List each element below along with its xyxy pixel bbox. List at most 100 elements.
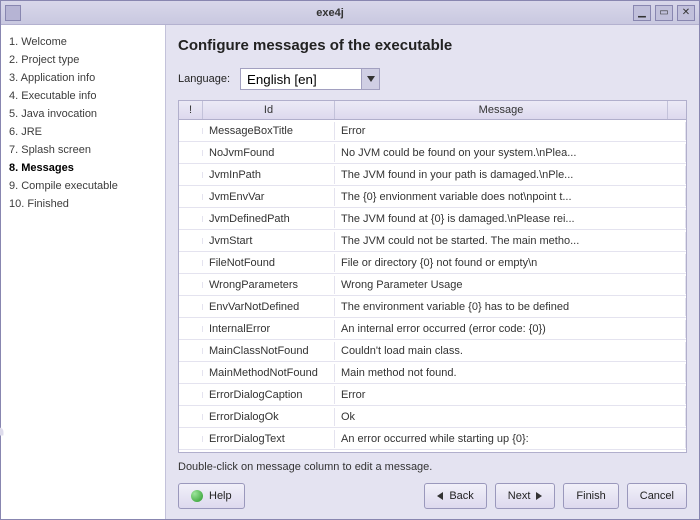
- cell-flag: [179, 194, 203, 200]
- cell-message[interactable]: An internal error occurred (error code: …: [335, 320, 686, 338]
- cell-id: PowerUserRequired: [203, 452, 335, 453]
- cell-flag: [179, 370, 203, 376]
- cell-message[interactable]: The JVM could not be started. The main m…: [335, 232, 686, 250]
- cell-id: JvmStart: [203, 232, 335, 250]
- back-label: Back: [449, 490, 473, 502]
- cell-flag: [179, 414, 203, 420]
- table-row[interactable]: NoJvmFoundNo JVM could be found on your …: [179, 142, 686, 164]
- cell-message[interactable]: Main method not found.: [335, 364, 686, 382]
- hint-text: Double-click on message column to edit a…: [178, 461, 687, 473]
- maximize-button[interactable]: ▭: [655, 5, 673, 21]
- table-row[interactable]: FileNotFoundFile or directory {0} not fo…: [179, 252, 686, 274]
- wizard-step[interactable]: 2. Project type: [9, 51, 157, 69]
- table-row[interactable]: JvmStartThe JVM could not be started. Th…: [179, 230, 686, 252]
- wizard-step[interactable]: 8. Messages: [9, 159, 157, 177]
- page-title: Configure messages of the executable: [178, 37, 687, 54]
- help-button[interactable]: Help: [178, 483, 245, 509]
- app-window: exe4j ▁ ▭ ✕ 1. Welcome2. Project type3. …: [0, 0, 700, 520]
- cell-message[interactable]: The JVM found in your path is damaged.\n…: [335, 166, 686, 184]
- cell-message[interactable]: Wrong Parameter Usage: [335, 276, 686, 294]
- table-row[interactable]: MainClassNotFoundCouldn't load main clas…: [179, 340, 686, 362]
- cell-message[interactable]: Error: [335, 386, 686, 404]
- cell-id: InternalError: [203, 320, 335, 338]
- cell-message[interactable]: You must be at least Poweruser to run th…: [335, 452, 686, 453]
- cell-message[interactable]: No JVM could be found on your system.\nP…: [335, 144, 686, 162]
- language-select[interactable]: [240, 68, 380, 90]
- cell-id: MainMethodNotFound: [203, 364, 335, 382]
- wizard-step[interactable]: 1. Welcome: [9, 33, 157, 51]
- cell-message[interactable]: An error occurred while starting up {0}:: [335, 430, 686, 448]
- wizard-step[interactable]: 7. Splash screen: [9, 141, 157, 159]
- wizard-step[interactable]: 3. Application info: [9, 69, 157, 87]
- table-row[interactable]: ErrorDialogTextAn error occurred while s…: [179, 428, 686, 450]
- cell-id: JvmInPath: [203, 166, 335, 184]
- table-row[interactable]: ErrorDialogOkOk: [179, 406, 686, 428]
- cancel-label: Cancel: [640, 490, 674, 502]
- minimize-button[interactable]: ▁: [633, 5, 651, 21]
- cell-flag: [179, 172, 203, 178]
- cell-message[interactable]: Couldn't load main class.: [335, 342, 686, 360]
- help-icon: [191, 490, 203, 502]
- table-row[interactable]: JvmEnvVarThe {0} envionment variable doe…: [179, 186, 686, 208]
- cell-message[interactable]: Error: [335, 122, 686, 140]
- cell-id: WrongParameters: [203, 276, 335, 294]
- cell-flag: [179, 260, 203, 266]
- cell-id: ErrorDialogText: [203, 430, 335, 448]
- table-row[interactable]: ErrorDialogCaptionError: [179, 384, 686, 406]
- cell-flag: [179, 348, 203, 354]
- help-label: Help: [209, 490, 232, 502]
- wizard-step[interactable]: 5. Java invocation: [9, 105, 157, 123]
- cancel-button[interactable]: Cancel: [627, 483, 687, 509]
- col-header-id[interactable]: Id: [203, 101, 335, 119]
- table-row[interactable]: JvmInPathThe JVM found in your path is d…: [179, 164, 686, 186]
- arrow-left-icon: [437, 492, 443, 500]
- cell-flag: [179, 282, 203, 288]
- wizard-step[interactable]: 9. Compile executable: [9, 177, 157, 195]
- table-row[interactable]: InternalErrorAn internal error occurred …: [179, 318, 686, 340]
- language-label: Language:: [178, 73, 230, 85]
- cell-flag: [179, 216, 203, 222]
- col-header-flag[interactable]: !: [179, 101, 203, 119]
- table-header: ! Id Message: [179, 101, 686, 120]
- cell-message[interactable]: The environment variable {0} has to be d…: [335, 298, 686, 316]
- table-row[interactable]: WrongParametersWrong Parameter Usage: [179, 274, 686, 296]
- cell-id: EnvVarNotDefined: [203, 298, 335, 316]
- window-title: exe4j: [27, 7, 633, 19]
- table-row[interactable]: EnvVarNotDefinedThe environment variable…: [179, 296, 686, 318]
- cell-id: ErrorDialogCaption: [203, 386, 335, 404]
- cell-message[interactable]: The JVM found at {0} is damaged.\nPlease…: [335, 210, 686, 228]
- cell-message[interactable]: File or directory {0} not found or empty…: [335, 254, 686, 272]
- cell-id: FileNotFound: [203, 254, 335, 272]
- table-row[interactable]: PowerUserRequiredYou must be at least Po…: [179, 450, 686, 452]
- col-header-message[interactable]: Message: [335, 101, 668, 119]
- cell-id: MainClassNotFound: [203, 342, 335, 360]
- cell-flag: [179, 128, 203, 134]
- table-body[interactable]: MessageBoxTitleErrorNoJvmFoundNo JVM cou…: [179, 120, 686, 452]
- cell-id: MessageBoxTitle: [203, 122, 335, 140]
- table-row[interactable]: MessageBoxTitleError: [179, 120, 686, 142]
- wizard-step[interactable]: 10. Finished: [9, 195, 157, 213]
- cell-id: JvmEnvVar: [203, 188, 335, 206]
- cell-flag: [179, 392, 203, 398]
- cell-id: NoJvmFound: [203, 144, 335, 162]
- back-button[interactable]: Back: [424, 483, 486, 509]
- messages-table: ! Id Message MessageBoxTitleErrorNoJvmFo…: [178, 100, 687, 453]
- finish-button[interactable]: Finish: [563, 483, 618, 509]
- titlebar: exe4j ▁ ▭ ✕: [1, 1, 699, 25]
- main-panel: Configure messages of the executable Lan…: [166, 25, 699, 519]
- cell-message[interactable]: The {0} envionment variable does not\npo…: [335, 188, 686, 206]
- cell-id: ErrorDialogOk: [203, 408, 335, 426]
- table-row[interactable]: MainMethodNotFoundMain method not found.: [179, 362, 686, 384]
- finish-label: Finish: [576, 490, 605, 502]
- table-row[interactable]: JvmDefinedPathThe JVM found at {0} is da…: [179, 208, 686, 230]
- cell-flag: [179, 304, 203, 310]
- next-label: Next: [508, 490, 531, 502]
- cell-message[interactable]: Ok: [335, 408, 686, 426]
- close-button[interactable]: ✕: [677, 5, 695, 21]
- next-button[interactable]: Next: [495, 483, 556, 509]
- cell-flag: [179, 150, 203, 156]
- wizard-step[interactable]: 4. Executable info: [9, 87, 157, 105]
- sidebar: 1. Welcome2. Project type3. Application …: [1, 25, 166, 519]
- brand-watermark: exe4j: [0, 426, 5, 511]
- wizard-step[interactable]: 6. JRE: [9, 123, 157, 141]
